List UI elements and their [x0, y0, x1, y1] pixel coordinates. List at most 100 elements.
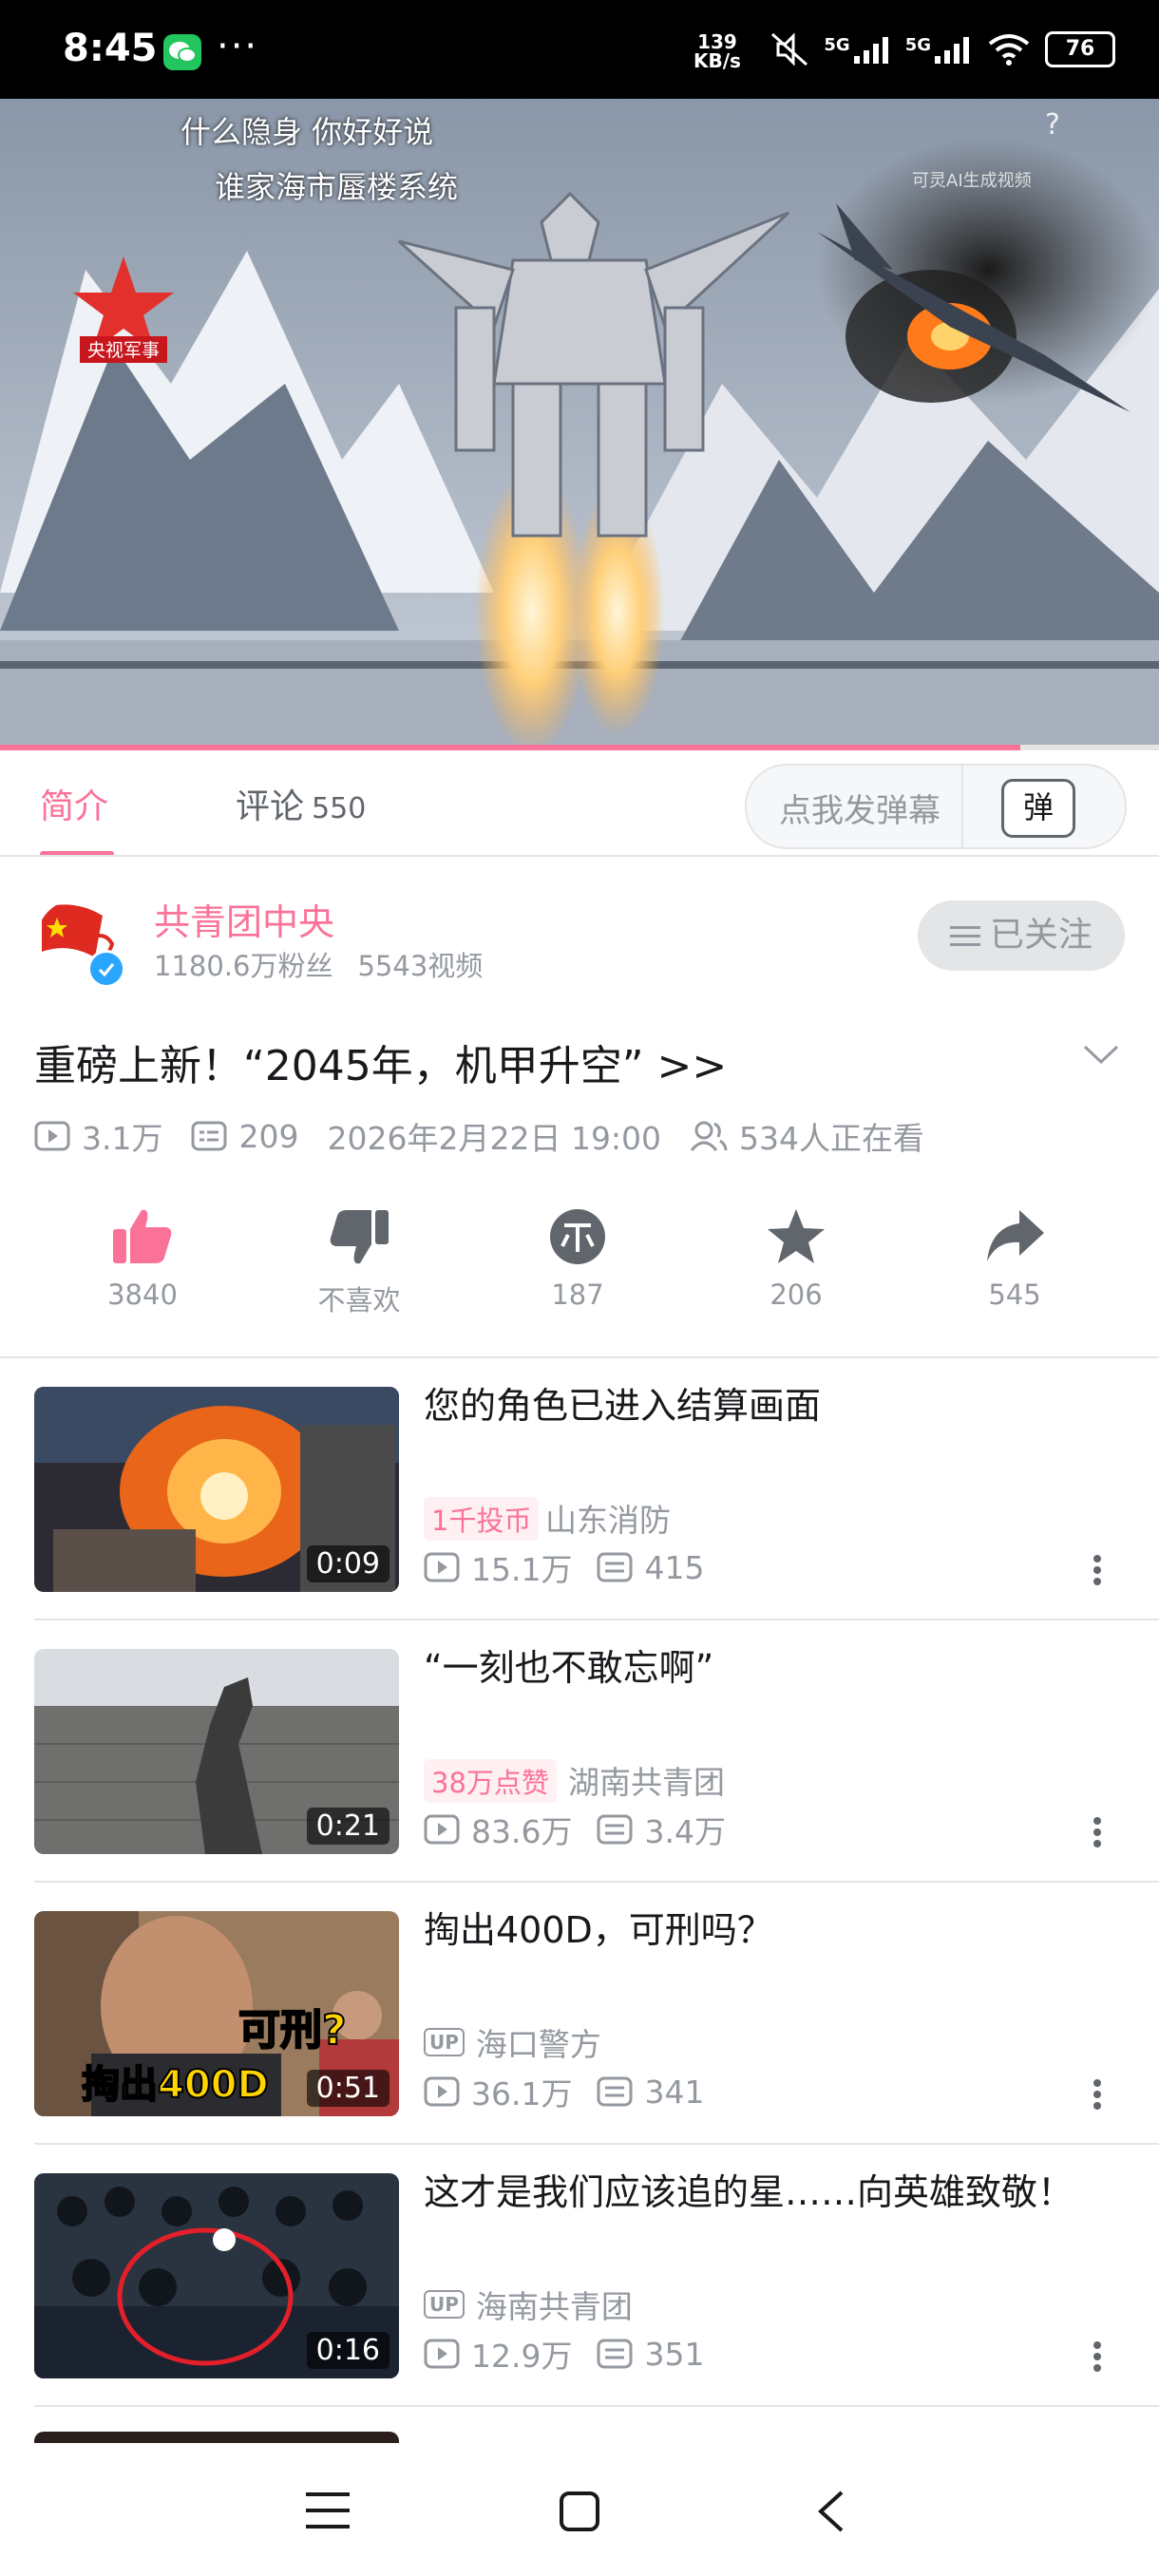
share-count: 545 — [988, 1279, 1041, 1311]
recommended-uploader: UP 海口警方 — [424, 2019, 601, 2065]
dislike-icon — [330, 1210, 389, 1264]
wifi-icon — [988, 34, 1030, 66]
recommended-danmaku: 341 — [644, 2073, 705, 2111]
status-time: 8:45 — [63, 27, 158, 70]
dislike-label: 不喜欢 — [317, 1284, 401, 1316]
thumbnail-caption-1: 可刑? — [238, 2006, 347, 2055]
video-thumbnail[interactable]: 可刑? 掏出400D 0:51 — [34, 1911, 399, 2116]
thumbnail-caption-2: 掏出400D — [82, 2063, 269, 2107]
up-badge-icon: UP — [424, 2290, 465, 2319]
battery-icon: 76 — [1045, 31, 1115, 67]
tabs-divider — [0, 855, 1159, 857]
video-thumbnail[interactable]: 0:16 — [34, 2173, 399, 2378]
recommended-title[interactable]: “一刻也不敢忘啊” — [424, 1641, 1089, 1695]
more-options-icon[interactable] — [1092, 1816, 1102, 1848]
danmaku-toggle-button[interactable]: 弹 — [1001, 779, 1075, 838]
home-icon[interactable] — [559, 2491, 600, 2532]
like-button[interactable]: 3840 — [57, 1206, 228, 1311]
view-count: 3.1万 — [82, 1120, 163, 1157]
back-icon[interactable] — [815, 2489, 846, 2534]
favorite-count: 206 — [770, 1279, 823, 1311]
uploader-video-count: 5543视频 — [357, 950, 484, 982]
more-options-icon[interactable] — [1092, 1554, 1102, 1586]
highlight-tag: 1千投币 — [424, 1497, 540, 1541]
recommended-uploader: 湖南共青团 — [568, 1757, 725, 1803]
followed-button[interactable]: 已关注 — [918, 900, 1125, 971]
favorite-button[interactable]: 206 — [711, 1206, 882, 1311]
recommended-stats: 36.1万 341 — [424, 2069, 704, 2114]
list-divider — [34, 2405, 1159, 2407]
tab-comments[interactable]: 评论 550 — [236, 779, 366, 828]
recommended-danmaku: 3.4万 — [644, 1813, 726, 1850]
list-item[interactable]: 0:09 您的角色已进入结算画面 1千投币 山东消防 15.1万 415 — [0, 1358, 1159, 1620]
recommended-uploader: 山东消防 — [545, 1495, 671, 1541]
watching-icon — [690, 1121, 728, 1151]
danmaku-count: 209 — [238, 1117, 299, 1155]
video-duration: 0:09 — [306, 1545, 390, 1582]
recommended-danmaku: 415 — [644, 1548, 705, 1586]
play-count-icon — [424, 2076, 460, 2107]
danmaku-placeholder: 点我发弹幕 — [779, 792, 940, 830]
video-meta: 3.1万 209 2026年2月22日 19:00 534人正在看 — [34, 1113, 924, 1159]
highlight-tag: 38万点赞 — [424, 1759, 557, 1803]
signal-icon-2: 5G — [905, 35, 973, 64]
more-options-icon[interactable] — [1092, 2078, 1102, 2111]
like-icon — [113, 1209, 172, 1263]
danmaku-count-icon — [597, 2339, 633, 2369]
chevron-down-icon[interactable] — [1081, 1041, 1121, 1071]
list-item[interactable]: 0:16 这才是我们应该追的星……向英雄致敬！ UP 海南共青团 12.9万 35… — [0, 2145, 1159, 2407]
comment-count: 550 — [312, 792, 367, 825]
recommended-danmaku: 351 — [644, 2335, 705, 2373]
share-button[interactable]: 545 — [929, 1206, 1100, 1311]
danmaku-count-icon — [597, 1814, 633, 1845]
video-thumbnail[interactable]: 0:21 — [34, 1649, 399, 1854]
dislike-button[interactable]: 不喜欢 — [274, 1206, 445, 1318]
watching-count: 534人正在看 — [739, 1120, 925, 1157]
like-count: 3840 — [107, 1279, 178, 1311]
recommended-views: 83.6万 — [471, 1813, 573, 1850]
danmaku-count-icon — [597, 2076, 633, 2107]
tab-intro[interactable]: 简介 — [40, 779, 108, 828]
list-item[interactable]: 0:21 “一刻也不敢忘啊” 38万点赞 湖南共青团 83.6万 3.4万 — [0, 1620, 1159, 1883]
uploader-fans: 1180.6万粉丝 — [154, 950, 333, 982]
help-icon[interactable]: ? — [1045, 108, 1060, 142]
danmaku-divider — [961, 766, 963, 847]
uploader-stats: 1180.6万粉丝 5543视频 — [154, 944, 483, 984]
danmaku-count-icon — [597, 1552, 633, 1582]
menu-icon[interactable] — [306, 2491, 350, 2530]
recommended-views: 12.9万 — [471, 2338, 573, 2375]
network-speed: 139 KB/s — [694, 30, 741, 72]
coin-icon — [550, 1209, 605, 1264]
signal-icon: 5G — [824, 35, 891, 64]
recommended-views: 36.1万 — [471, 2075, 573, 2112]
list-item[interactable]: 可刑? 掏出400D 0:51 掏出400D，可刑吗？ UP 海口警方 36.1万… — [0, 1883, 1159, 2145]
video-duration: 0:16 — [306, 2332, 390, 2369]
menu-lines-icon — [949, 926, 980, 946]
more-options-icon[interactable] — [1092, 2340, 1102, 2373]
star-icon — [768, 1209, 825, 1263]
uploader-name[interactable]: 共青团中央 — [154, 893, 334, 945]
recommended-title[interactable]: 掏出400D，可刑吗？ — [424, 1904, 1089, 1957]
share-icon — [987, 1210, 1044, 1261]
up-badge-icon: UP — [424, 2028, 465, 2056]
video-title: 重磅上新！“2045年，机甲升空” >> — [34, 1042, 728, 1090]
recommended-uploader-name: 湖南共青团 — [568, 1764, 725, 1801]
ai-generated-notice: 可灵AI生成视频 — [912, 171, 1032, 191]
channel-logo-text: 央视军事 — [87, 340, 160, 361]
recommended-title[interactable]: 您的角色已进入结算画面 — [424, 1379, 1089, 1432]
tab-comments-label: 评论 — [236, 787, 305, 826]
video-duration: 0:21 — [306, 1808, 390, 1845]
danmaku-input[interactable]: 点我发弹幕 弹 — [745, 764, 1127, 849]
coin-count: 187 — [551, 1279, 604, 1311]
wechat-icon — [163, 34, 201, 70]
status-icons: 5G 5G 76 — [769, 30, 1115, 68]
recommended-stats: 12.9万 351 — [424, 2331, 704, 2377]
video-thumbnail[interactable]: 0:09 — [34, 1387, 399, 1592]
recommended-views: 15.1万 — [471, 1551, 573, 1588]
recommended-uploader-name: 海南共青团 — [475, 2288, 633, 2325]
video-caption-2: 谁家海市蜃楼系统 — [215, 169, 459, 205]
recommended-title[interactable]: 这才是我们应该追的星……向英雄致敬！ — [424, 2166, 1089, 2219]
video-player[interactable]: 央视军事 什么隐身 你好好说 谁家海市蜃楼系统 可灵AI生成视频 ? — [0, 99, 1159, 748]
recommended-uploader: UP 海南共青团 — [424, 2282, 633, 2327]
coin-button[interactable]: 187 — [492, 1206, 663, 1311]
